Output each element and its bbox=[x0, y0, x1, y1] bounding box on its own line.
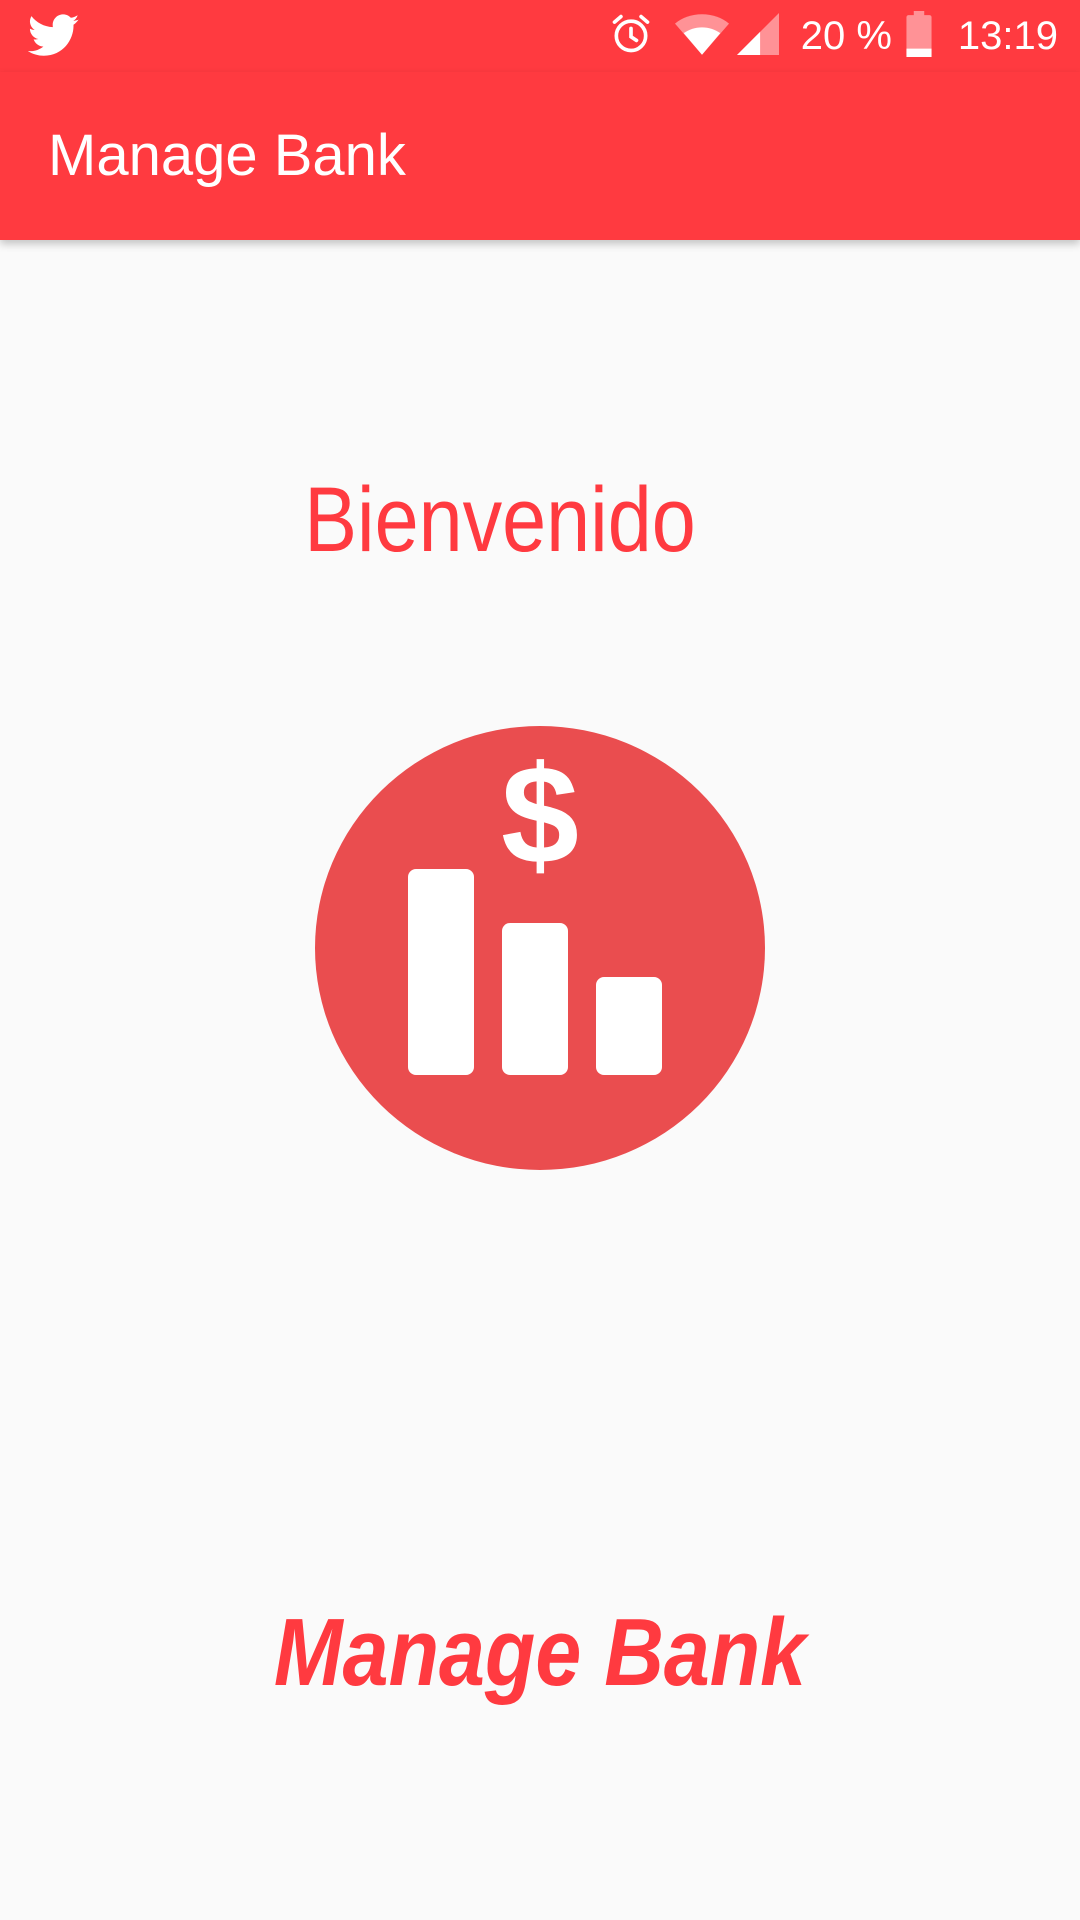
battery-icon bbox=[906, 10, 932, 62]
alarm-clock-icon bbox=[609, 12, 653, 61]
battery-percent: 20 % bbox=[800, 14, 892, 58]
clock-time: 13:19 bbox=[957, 14, 1058, 58]
twitter-bird-icon bbox=[27, 14, 80, 58]
footer-brand-title: Manage Bank bbox=[273, 1599, 807, 1706]
bank-chart-dollar-icon: $ bbox=[314, 725, 766, 1171]
app-bar: Manage Bank bbox=[0, 72, 1080, 240]
svg-text:$: $ bbox=[501, 736, 579, 893]
status-icons: 20 % 13:19 bbox=[609, 10, 1058, 62]
cell-signal-icon bbox=[736, 12, 779, 61]
welcome-heading: Bienvenido bbox=[304, 469, 696, 571]
status-bar: 20 % 13:19 bbox=[0, 0, 1080, 72]
wifi-icon bbox=[674, 12, 729, 61]
app-bar-title: Manage Bank bbox=[48, 123, 406, 188]
